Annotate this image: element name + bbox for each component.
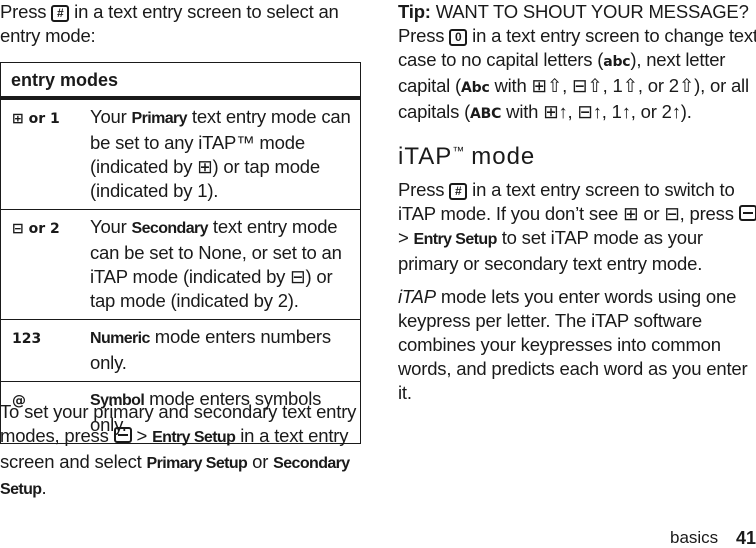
all-caps-icon: ABC	[470, 106, 502, 122]
table-row: 123 Numeric mode enters numbers only.	[0, 319, 361, 382]
menu-key-icon	[738, 205, 756, 221]
numeric-icon: 123	[12, 331, 42, 347]
primary-itap-icon: ⊞ or 1	[12, 111, 60, 127]
pound-key-icon: #	[449, 183, 468, 200]
zero-key-icon: 0	[449, 29, 468, 46]
menu-key-icon	[113, 427, 132, 443]
footer-section-name: basics	[670, 528, 719, 547]
left-column: Press # in a text entry screen to select…	[0, 0, 362, 498]
secondary-itap-icon: ⊟ or 2	[12, 221, 60, 237]
page-footer: basics 41	[670, 528, 756, 548]
table-row: ⊟ or 2 Your Secondary text entry mode ca…	[0, 209, 361, 320]
pound-key-icon: #	[51, 5, 70, 22]
tip-paragraph: Tip: WANT TO SHOUT YOUR MESSAGE? Press 0…	[398, 1, 756, 122]
table-row: ⊞ or 1 Your Primary text entry mode can …	[0, 97, 361, 210]
next-capital-icon: Abc	[460, 80, 490, 96]
page-number: 41	[736, 528, 756, 548]
lowercase-icon: abc	[603, 54, 631, 70]
entry-modes-table: entry modes ⊞ or 1 Your Primary text ent…	[0, 62, 361, 444]
itap-switch-paragraph: Press # in a text entry screen to switch…	[398, 178, 756, 276]
itap-description-paragraph: iTAP mode lets you enter words using one…	[398, 286, 748, 403]
setup-paragraph: To set your primary and secondary text e…	[0, 401, 357, 498]
intro-paragraph: Press # in a text entry screen to select…	[0, 1, 339, 46]
section-title: iTAP™ mode	[398, 143, 536, 170]
table-header: entry modes	[0, 62, 361, 100]
